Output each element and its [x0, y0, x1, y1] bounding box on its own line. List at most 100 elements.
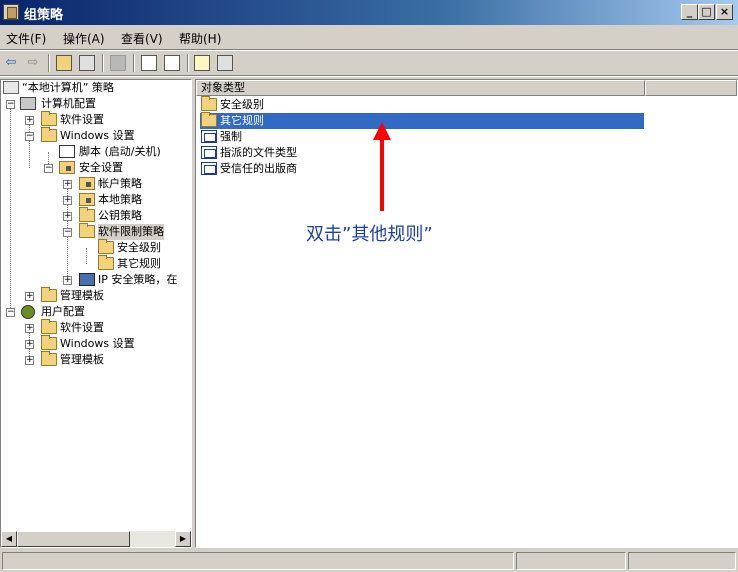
console-tree[interactable]: “本地计算机” 策略 − 计算机配置 + 软件设置 − Windows 设置 脚…	[0, 79, 192, 548]
folder-icon	[41, 287, 57, 302]
tree-item-user-admin-templates[interactable]: + 管理模板	[1, 351, 191, 368]
collapse-icon[interactable]: −	[6, 308, 15, 317]
expand-icon[interactable]: +	[25, 356, 34, 365]
tree-item-label: Windows 设置	[60, 129, 135, 142]
status-cell-main	[2, 552, 514, 570]
collapse-icon[interactable]: −	[44, 164, 53, 173]
list-item-additional-rules[interactable]: 其它规则	[200, 112, 644, 129]
tree-item-admin-templates[interactable]: + 管理模板	[1, 287, 191, 304]
column-header-empty[interactable]	[645, 80, 737, 96]
lock-icon	[59, 161, 75, 174]
up-folder-icon[interactable]	[56, 55, 72, 71]
tree-item-label: 其它规则	[117, 257, 161, 270]
menu-action[interactable]: 操作(A)	[63, 30, 105, 47]
tree-horizontal-scrollbar[interactable]: ◀ ▶	[1, 531, 191, 547]
delete-icon[interactable]	[110, 55, 126, 71]
close-button[interactable]: ×	[716, 4, 733, 20]
tree-item-ip-security-policies[interactable]: + IP 安全策略，在	[1, 272, 191, 288]
group-policy-app-icon	[3, 4, 19, 20]
folder-icon	[41, 127, 57, 142]
rule-icon	[201, 162, 217, 175]
title-bar[interactable]: 组策略 _ □ ×	[0, 0, 738, 25]
tree-item-label: 软件设置	[60, 321, 104, 334]
details-pane[interactable]: 对象类型 安全级别 其它规则 强制 指派的文件类型 受信任的出版商 双击”其他规…	[195, 79, 738, 548]
tree-item-label: 管理模板	[60, 289, 104, 302]
lock-icon	[79, 193, 95, 206]
list-item-label: 安全级别	[220, 98, 264, 111]
window-title: 组策略	[24, 8, 64, 23]
list-item-label: 其它规则	[220, 114, 264, 127]
tree-item-computer-config[interactable]: − 计算机配置	[1, 96, 191, 112]
list-item-label: 强制	[220, 130, 242, 143]
list-item-enforcement[interactable]: 强制	[200, 129, 644, 145]
tree-item-label: 安全级别	[117, 241, 161, 254]
column-header-object-type[interactable]: 对象类型	[196, 80, 645, 96]
menu-view[interactable]: 查看(V)	[121, 30, 163, 47]
toolbar: ⇦ ⇨	[0, 51, 738, 75]
refresh-icon[interactable]	[141, 55, 157, 71]
forward-icon[interactable]: ⇨	[24, 54, 42, 72]
tree-item-user-config[interactable]: − 用户配置	[1, 304, 191, 320]
scrollbar-thumb[interactable]	[17, 531, 130, 547]
open-folder-icon	[79, 223, 95, 238]
tree-item-label: IP 安全策略，在	[98, 273, 178, 286]
expand-icon[interactable]: +	[63, 196, 72, 205]
folder-icon	[41, 351, 57, 366]
list-item-trusted-publishers[interactable]: 受信任的出版商	[200, 161, 644, 177]
tree-item-user-software-settings[interactable]: + 软件设置	[1, 319, 191, 336]
expand-icon[interactable]: +	[25, 340, 34, 349]
expand-icon[interactable]: +	[63, 212, 72, 221]
list-item-label: 受信任的出版商	[220, 162, 297, 175]
maximize-button[interactable]: □	[698, 4, 715, 20]
folder-icon	[79, 207, 95, 222]
export-list-icon[interactable]	[164, 55, 180, 71]
scroll-right-icon[interactable]: ▶	[175, 531, 191, 547]
tree-item-account-policies[interactable]: + 帐户策略	[1, 176, 191, 192]
help-icon[interactable]	[194, 55, 210, 71]
tree-item-label: 用户配置	[41, 305, 85, 318]
show-hide-tree-icon[interactable]	[79, 55, 95, 71]
folder-icon	[98, 255, 114, 270]
toolbar-separator	[102, 54, 104, 72]
list-item-security-levels[interactable]: 安全级别	[200, 96, 644, 113]
menu-bar: 文件(F) 操作(A) 查看(V) 帮助(H)	[0, 27, 738, 49]
tree-item-label: Windows 设置	[60, 337, 135, 350]
script-icon	[59, 145, 75, 158]
status-cell-secondary	[516, 552, 626, 570]
menu-help[interactable]: 帮助(H)	[179, 30, 221, 47]
tree-item-security-levels[interactable]: 安全级别	[1, 239, 191, 256]
expand-icon[interactable]: +	[25, 292, 34, 301]
tree-item-additional-rules[interactable]: 其它规则	[1, 255, 191, 272]
tree-item-scripts[interactable]: 脚本 (启动/关机)	[1, 144, 191, 160]
collapse-icon[interactable]: −	[6, 100, 15, 109]
tree-item-local-computer-policy[interactable]: “本地计算机” 策略	[3, 80, 191, 96]
tree-item-software-restriction-policies[interactable]: − 软件限制策略	[1, 223, 191, 240]
tree-item-public-key-policies[interactable]: + 公钥策略	[1, 207, 191, 224]
minimize-button[interactable]: _	[681, 4, 698, 20]
tree-item-security-settings[interactable]: − 安全设置	[1, 160, 191, 176]
list-item-designated-file-types[interactable]: 指派的文件类型	[200, 145, 644, 161]
show-hide-console-icon[interactable]	[217, 55, 233, 71]
tree-item-label: “本地计算机” 策略	[22, 81, 114, 94]
collapse-icon[interactable]: −	[25, 132, 34, 141]
folder-icon	[201, 112, 217, 127]
expand-icon[interactable]: +	[25, 324, 34, 333]
menu-file[interactable]: 文件(F)	[6, 30, 46, 47]
policy-icon	[3, 81, 19, 94]
tree-item-label: 安全设置	[79, 161, 123, 174]
tree-item-label: 计算机配置	[41, 97, 96, 110]
toolbar-separator	[133, 54, 135, 72]
expand-icon[interactable]: +	[25, 116, 34, 125]
scroll-left-icon[interactable]: ◀	[1, 531, 17, 547]
collapse-icon[interactable]: −	[63, 228, 72, 237]
expand-icon[interactable]: +	[63, 180, 72, 189]
expand-icon[interactable]: +	[63, 276, 72, 285]
tree-item-windows-settings[interactable]: − Windows 设置	[1, 127, 191, 144]
tree-item-label: 软件设置	[60, 113, 104, 126]
rule-icon	[201, 130, 217, 143]
folder-icon	[41, 319, 57, 334]
tree-item-software-settings[interactable]: + 软件设置	[1, 111, 191, 128]
back-icon[interactable]: ⇦	[2, 54, 20, 72]
tree-item-local-policies[interactable]: + 本地策略	[1, 192, 191, 208]
tree-item-user-windows-settings[interactable]: + Windows 设置	[1, 335, 191, 352]
